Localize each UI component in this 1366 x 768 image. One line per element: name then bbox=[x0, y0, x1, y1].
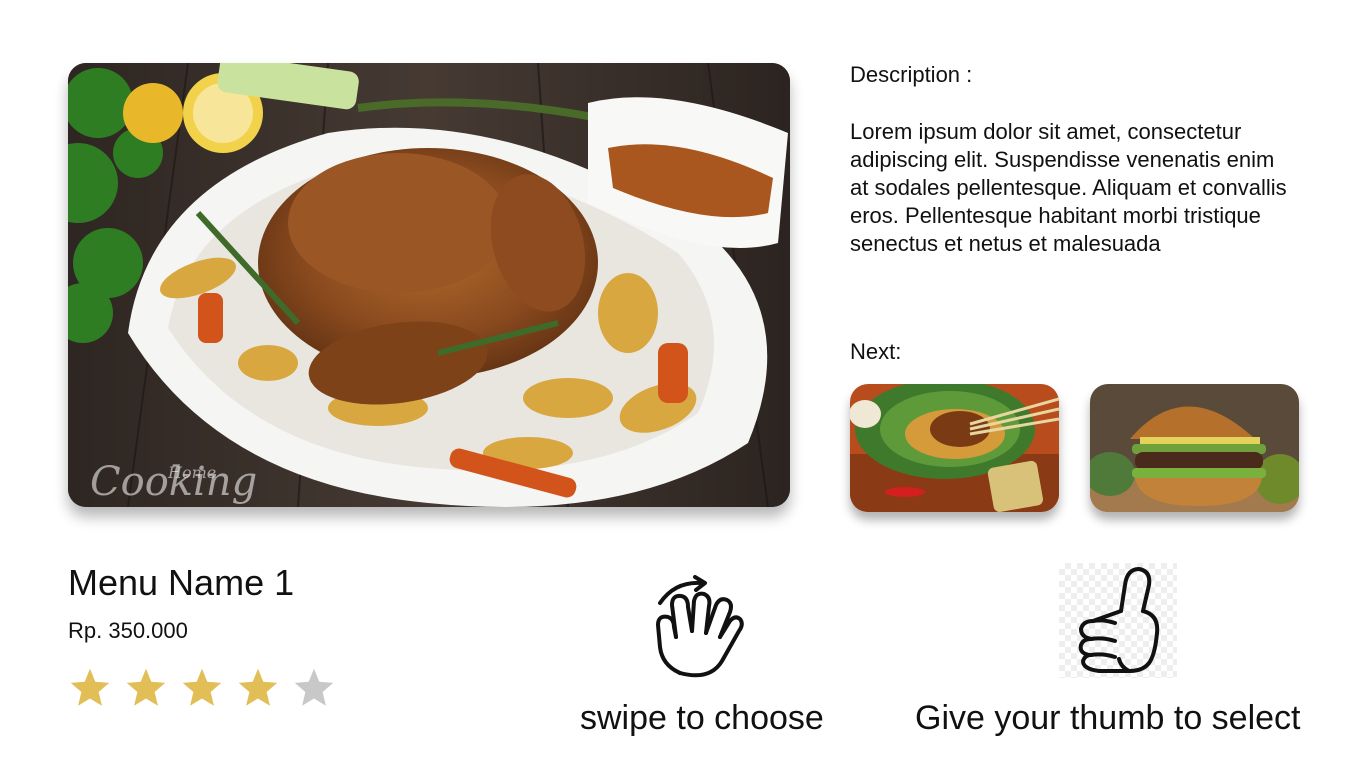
hero-food-image: Cooking Home bbox=[68, 63, 790, 507]
swipe-hint-label: swipe to choose bbox=[580, 699, 824, 737]
description-text: Lorem ipsum dolor sit amet, consectetur … bbox=[850, 119, 1287, 256]
star-filled-icon bbox=[182, 668, 222, 706]
menu-detail-screen: Cooking Home Description : Lorem ipsum d… bbox=[0, 0, 1366, 768]
roast-chicken-illustration: Cooking Home bbox=[68, 63, 790, 507]
rating-stars bbox=[68, 666, 336, 710]
next-item-burger[interactable] bbox=[1090, 384, 1299, 512]
star-empty-icon bbox=[294, 668, 334, 706]
burger-illustration bbox=[1090, 384, 1299, 512]
menu-price: Rp. 350.000 bbox=[68, 618, 188, 643]
thumbs-up-icon bbox=[1059, 563, 1177, 678]
swipe-hand-icon bbox=[650, 575, 745, 685]
star-filled-icon bbox=[126, 668, 166, 706]
menu-name: Menu Name 1 bbox=[68, 562, 295, 603]
next-item-satay[interactable] bbox=[850, 384, 1059, 512]
next-heading: Next: bbox=[850, 339, 902, 364]
svg-text:Home: Home bbox=[167, 463, 216, 482]
satay-dish-illustration bbox=[850, 384, 1059, 512]
star-filled-icon bbox=[70, 668, 110, 706]
description-heading: Description : bbox=[850, 62, 973, 87]
thumb-hint-label: Give your thumb to select bbox=[915, 699, 1301, 737]
star-filled-icon bbox=[238, 668, 278, 706]
